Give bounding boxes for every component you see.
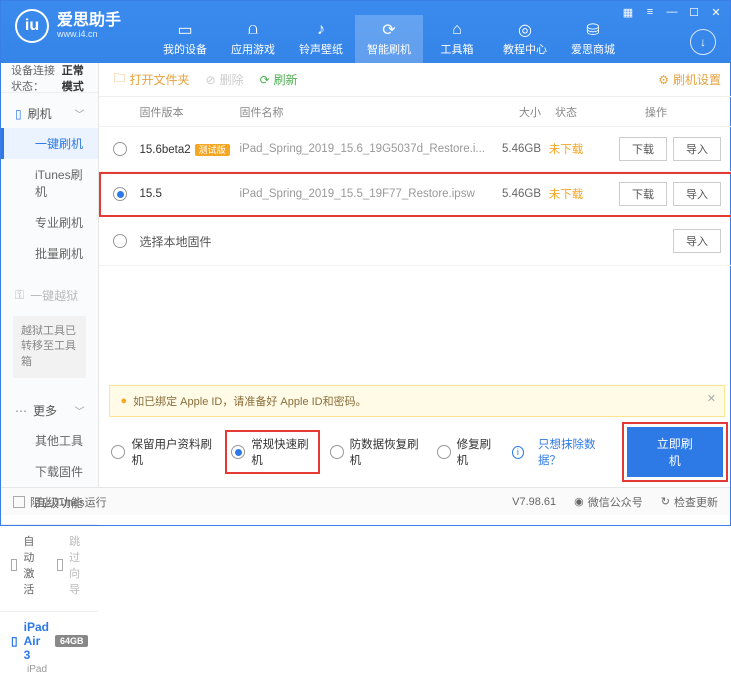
download-button[interactable]: 下载 (619, 137, 667, 161)
storage-badge: 64GB (55, 635, 89, 647)
sidebar-group-more[interactable]: ⋯更多﹀ (1, 396, 98, 425)
row-radio[interactable] (113, 142, 127, 156)
sidebar-group-jailbreak[interactable]: ⚿一键越狱 (1, 281, 98, 310)
chevron-down-icon: ﹀ (74, 403, 84, 418)
opt-anti-recovery[interactable]: 防数据恢复刷机 (330, 436, 423, 468)
info-icon[interactable]: i (512, 446, 524, 459)
nav-tutorial[interactable]: ◎教程中心 (491, 15, 559, 63)
folder-icon: 🗀 (113, 69, 125, 90)
book-icon: ◎ (516, 21, 534, 39)
update-icon: ↻ (661, 495, 670, 508)
tablet-icon: ▯ (11, 634, 18, 648)
import-button[interactable]: 导入 (673, 229, 721, 253)
phone-icon: ▯ (15, 107, 22, 121)
version-label: V7.98.61 (512, 496, 556, 508)
download-button[interactable]: ↓ (690, 29, 716, 55)
open-folder-button[interactable]: 🗀打开文件夹 (113, 69, 189, 90)
close-warning-button[interactable]: ✕ (707, 392, 716, 405)
cart-icon: ⛁ (584, 21, 602, 39)
logo-icon: iu (15, 9, 49, 43)
row-radio[interactable] (113, 187, 127, 201)
flash-settings-button[interactable]: ⚙刷机设置 (658, 71, 721, 88)
flash-options: 保留用户资料刷机 常规快速刷机 防数据恢复刷机 修复刷机 i 只想抹除数据？ 立… (99, 417, 731, 487)
phone-icon: ▭ (176, 21, 194, 39)
firmware-row[interactable]: 15.6beta2测试版 iPad_Spring_2019_15.6_19G50… (99, 127, 731, 172)
opt-normal-flash[interactable]: 常规快速刷机 (229, 434, 315, 470)
row-radio[interactable] (113, 234, 127, 248)
opt-repair[interactable]: 修复刷机 (437, 436, 498, 468)
music-icon: ♪ (312, 21, 330, 39)
firmware-row[interactable]: 15.5 iPad_Spring_2019_15.5_19F77_Restore… (99, 172, 731, 217)
sidebar-group-flash[interactable]: ▯刷机﹀ (1, 99, 98, 128)
app-url: www.i4.cn (57, 30, 121, 40)
apps-icon: ⩍ (244, 21, 262, 39)
window-controls: ▦ ≡ — ☐ ✕ (620, 5, 724, 19)
sidebar-item-batch[interactable]: 批量刷机 (1, 238, 98, 269)
wechat-link[interactable]: ◉微信公众号 (574, 494, 643, 510)
nav-device[interactable]: ▭我的设备 (151, 15, 219, 63)
download-button[interactable]: 下载 (619, 182, 667, 206)
sidebar-item-itunes[interactable]: iTunes刷机 (1, 159, 98, 207)
minimize-button[interactable]: — (664, 5, 680, 19)
sidebar: 设备连接状态：正常模式 ▯刷机﹀ 一键刷机 iTunes刷机 专业刷机 批量刷机… (1, 63, 99, 487)
nav-ringtone[interactable]: ♪铃声壁纸 (287, 15, 355, 63)
chevron-down-icon: ﹀ (74, 106, 84, 121)
jailbreak-note: 越狱工具已转移至工具箱 (13, 316, 86, 378)
skip-guide-checkbox[interactable] (57, 559, 63, 571)
lock-icon: ⚿ (15, 288, 24, 303)
sidebar-item-othertools[interactable]: 其他工具 (1, 425, 98, 456)
import-button[interactable]: 导入 (673, 137, 721, 161)
warning-icon: ● (120, 395, 127, 407)
status-bar: 阻止iTunes运行 V7.98.61 ◉微信公众号 ↻检查更新 (1, 487, 730, 515)
gear-icon: ⚙ (658, 73, 669, 87)
refresh-icon: ⟳ (260, 73, 270, 87)
menu-icon[interactable]: ≡ (642, 5, 658, 19)
more-icon: ⋯ (15, 404, 27, 418)
grid-icon[interactable]: ▦ (620, 5, 636, 19)
erase-only-link[interactable]: 只想抹除数据？ (538, 436, 613, 468)
main-content: 🗀打开文件夹 ⊘删除 ⟳刷新 ⚙刷机设置 固件版本 固件名称 大小 状态 操作 … (99, 63, 731, 487)
toolbar: 🗀打开文件夹 ⊘删除 ⟳刷新 ⚙刷机设置 (99, 63, 731, 97)
sidebar-options: 自动激活 跳过向导 (1, 524, 98, 611)
refresh-icon: ⟳ (380, 21, 398, 39)
nav-flash[interactable]: ⟳智能刷机 (355, 15, 423, 63)
refresh-button[interactable]: ⟳刷新 (260, 71, 298, 88)
wechat-icon: ◉ (574, 495, 584, 508)
device-info[interactable]: ▯iPad Air 364GB iPad (1, 611, 98, 683)
import-button[interactable]: 导入 (673, 182, 721, 206)
firmware-name: iPad_Spring_2019_15.5_19F77_Restore.ipsw (239, 188, 485, 200)
nav-store[interactable]: ⛁爱思商城 (559, 15, 627, 63)
maximize-button[interactable]: ☐ (686, 5, 702, 19)
delete-button[interactable]: ⊘删除 (206, 71, 244, 88)
opt-keep-data[interactable]: 保留用户资料刷机 (111, 436, 215, 468)
app-name: 爱思助手 (57, 12, 121, 30)
block-itunes-checkbox[interactable]: 阻止iTunes运行 (13, 494, 107, 510)
auto-activate-checkbox[interactable] (11, 559, 17, 571)
titlebar: iu 爱思助手 www.i4.cn ▭我的设备 ⩍应用游戏 ♪铃声壁纸 ⟳智能刷… (1, 1, 730, 63)
check-update-link[interactable]: ↻检查更新 (661, 494, 718, 510)
close-button[interactable]: ✕ (708, 5, 724, 19)
apple-id-warning: ● 如已绑定 Apple ID，请准备好 Apple ID和密码。 ✕ (109, 385, 725, 417)
table-header: 固件版本 固件名称 大小 状态 操作 (99, 97, 731, 127)
connection-status: 设备连接状态：正常模式 (1, 63, 98, 93)
firmware-name: iPad_Spring_2019_15.6_19G5037d_Restore.i… (239, 143, 485, 155)
beta-tag: 测试版 (195, 144, 230, 156)
delete-icon: ⊘ (206, 73, 216, 87)
sidebar-item-downloadfw[interactable]: 下载固件 (1, 456, 98, 487)
app-logo: iu 爱思助手 www.i4.cn (1, 1, 135, 51)
local-firmware-row[interactable]: 选择本地固件 导入 (99, 217, 731, 266)
main-nav: ▭我的设备 ⩍应用游戏 ♪铃声壁纸 ⟳智能刷机 ⌂工具箱 ◎教程中心 ⛁爱思商城 (151, 15, 627, 63)
sidebar-item-oneclick[interactable]: 一键刷机 (1, 128, 98, 159)
flash-now-button[interactable]: 立即刷机 (627, 427, 723, 477)
nav-toolbox[interactable]: ⌂工具箱 (423, 15, 491, 63)
toolbox-icon: ⌂ (448, 21, 466, 39)
sidebar-item-pro[interactable]: 专业刷机 (1, 207, 98, 238)
nav-apps[interactable]: ⩍应用游戏 (219, 15, 287, 63)
